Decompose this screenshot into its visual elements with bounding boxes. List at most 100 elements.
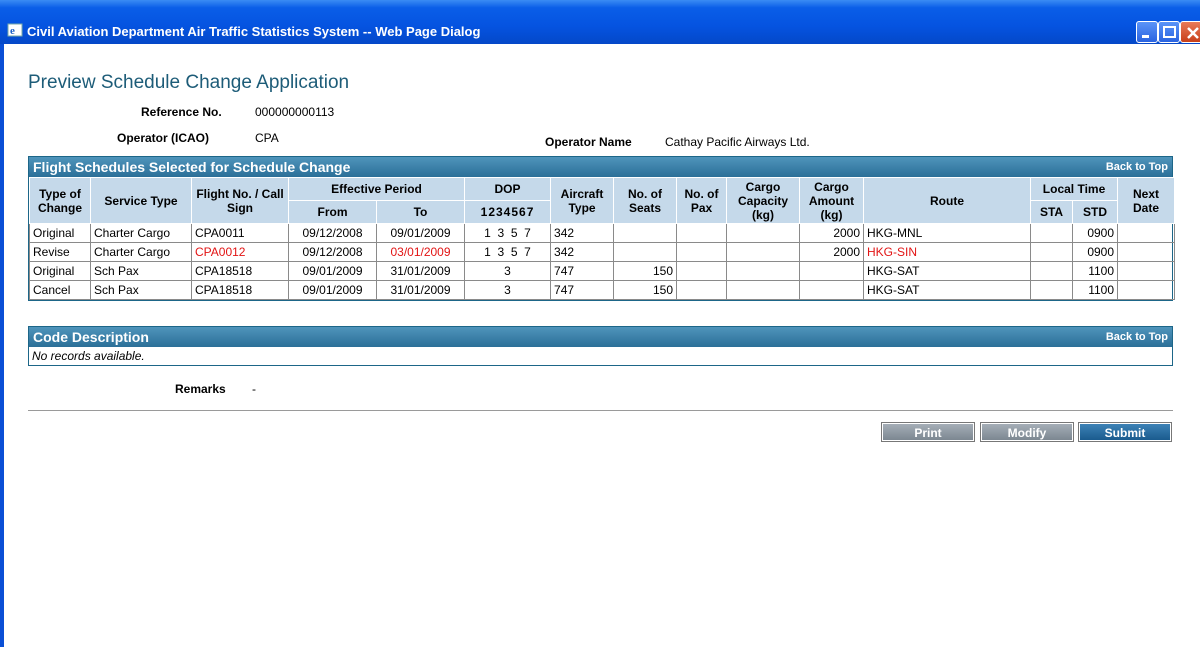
cell-aircraft: 342 <box>550 223 615 243</box>
cell-next-date <box>1117 242 1176 262</box>
col-from: From <box>288 200 377 224</box>
cell-sta <box>1030 242 1074 262</box>
cell-service: Charter Cargo <box>90 242 192 262</box>
col-next-date: Next Date <box>1117 177 1176 224</box>
cell-std: 1100 <box>1072 261 1119 281</box>
col-cargo-capacity: Cargo Capacity (kg) <box>726 177 801 224</box>
col-type-of-change: Type of Change <box>29 177 91 224</box>
cell-to: 09/01/2009 <box>375 223 466 243</box>
cell-std: 1100 <box>1072 280 1119 300</box>
cell-std: 0900 <box>1072 223 1119 243</box>
cell-to: 31/01/2009 <box>375 280 466 300</box>
no-records-message: No records available. <box>32 349 145 363</box>
table-row: Revise Charter Cargo CPA0012 09/12/2008 … <box>29 242 1176 262</box>
cell-seats: 150 <box>613 280 678 300</box>
cell-sta <box>1030 261 1074 281</box>
col-service-type: Service Type <box>90 177 192 224</box>
col-aircraft-type: Aircraft Type <box>550 177 615 224</box>
col-sta: STA <box>1030 200 1074 224</box>
table-row: Original Sch Pax CPA18518 09/01/2009 31/… <box>29 261 1176 281</box>
cell-service: Sch Pax <box>90 280 192 300</box>
cell-flight: CPA18518 <box>191 280 289 300</box>
cell-route: HKG-SAT <box>863 261 1032 281</box>
print-button[interactable]: Print <box>881 422 975 442</box>
cell-cargo-amount: 2000 <box>799 223 865 243</box>
col-route: Route <box>863 177 1032 224</box>
cell-seats <box>613 242 678 262</box>
cell-cargo-capacity <box>726 223 801 243</box>
cell-pax <box>676 223 728 243</box>
cell-to: 31/01/2009 <box>375 261 466 281</box>
cell-service: Sch Pax <box>90 261 192 281</box>
code-description-title: Code Description <box>33 329 149 345</box>
cell-type: Original <box>29 261 91 281</box>
back-to-top-link[interactable]: Back to Top <box>1106 327 1168 347</box>
cell-service: Charter Cargo <box>90 223 192 243</box>
cell-seats: 150 <box>613 261 678 281</box>
col-dop: DOP <box>464 177 552 201</box>
operator-name-label: Operator Name <box>545 135 632 149</box>
flight-schedules-table: Type of Change Service Type Flight No. /… <box>29 177 1176 300</box>
remarks-label: Remarks <box>175 382 226 396</box>
cell-flight: CPA18518 <box>191 261 289 281</box>
cell-cargo-capacity <box>726 242 801 262</box>
window-titlebar: e Civil Aviation Department Air Traffic … <box>0 0 1200 44</box>
flight-schedules-header: Flight Schedules Selected for Schedule C… <box>29 157 1172 177</box>
submit-button[interactable]: Submit <box>1078 422 1172 442</box>
ie-window-icon: e <box>7 22 23 38</box>
operator-icao-label: Operator (ICAO) <box>117 131 210 145</box>
cell-aircraft: 747 <box>550 280 615 300</box>
cell-aircraft: 342 <box>550 242 615 262</box>
cell-route: HKG-MNL <box>863 223 1032 243</box>
flight-schedules-title: Flight Schedules Selected for Schedule C… <box>33 159 351 175</box>
col-to: To <box>375 200 466 224</box>
operator-name-value: Cathay Pacific Airways Ltd. <box>665 135 810 149</box>
window-left-border <box>0 44 4 647</box>
cell-from: 09/01/2009 <box>288 261 377 281</box>
col-flight-no: Flight No. / Call Sign <box>191 177 289 224</box>
code-description-panel: Code Description Back to Top No records … <box>28 326 1173 366</box>
cell-next-date <box>1117 261 1176 281</box>
cell-from: 09/12/2008 <box>288 223 377 243</box>
table-row: Cancel Sch Pax CPA18518 09/01/2009 31/01… <box>29 280 1176 300</box>
cell-type: Revise <box>29 242 91 262</box>
cell-flight: CPA0011 <box>191 223 289 243</box>
remarks-value: - <box>252 382 256 396</box>
cell-dop: 1 3 5 7 <box>464 223 552 243</box>
cell-cargo-amount <box>799 280 865 300</box>
close-button[interactable] <box>1180 21 1200 43</box>
cell-cargo-amount <box>799 261 865 281</box>
col-local-time: Local Time <box>1030 177 1119 201</box>
svg-text:e: e <box>10 25 15 37</box>
cell-type: Cancel <box>29 280 91 300</box>
cell-from: 09/12/2008 <box>288 242 377 262</box>
page-title: Preview Schedule Change Application <box>28 72 350 93</box>
col-effective-period: Effective Period <box>287 177 466 201</box>
col-std: STD <box>1072 200 1119 224</box>
cell-to: 03/01/2009 <box>375 242 466 262</box>
cell-cargo-capacity <box>726 261 801 281</box>
cell-type: Original <box>29 223 91 243</box>
cell-seats <box>613 223 678 243</box>
code-description-header: Code Description Back to Top <box>29 327 1172 347</box>
modify-button[interactable]: Modify <box>980 422 1074 442</box>
reference-label: Reference No. <box>141 105 222 119</box>
col-dop-digits: 1234567 <box>464 200 552 224</box>
cell-cargo-amount: 2000 <box>799 242 865 262</box>
maximize-button[interactable] <box>1158 21 1180 43</box>
divider <box>28 410 1173 411</box>
cell-cargo-capacity <box>726 280 801 300</box>
back-to-top-link[interactable]: Back to Top <box>1106 157 1168 177</box>
cell-flight: CPA0012 <box>191 242 289 262</box>
col-no-of-seats: No. of Seats <box>613 177 678 224</box>
cell-pax <box>676 242 728 262</box>
cell-dop: 3 <box>464 280 552 300</box>
cell-sta <box>1030 223 1074 243</box>
minimize-button[interactable] <box>1136 21 1158 43</box>
cell-route: HKG-SAT <box>863 280 1032 300</box>
cell-sta <box>1030 280 1074 300</box>
cell-std: 0900 <box>1072 242 1119 262</box>
cell-from: 09/01/2009 <box>288 280 377 300</box>
operator-icao-value: CPA <box>255 131 279 145</box>
table-row: Original Charter Cargo CPA0011 09/12/200… <box>29 223 1176 243</box>
